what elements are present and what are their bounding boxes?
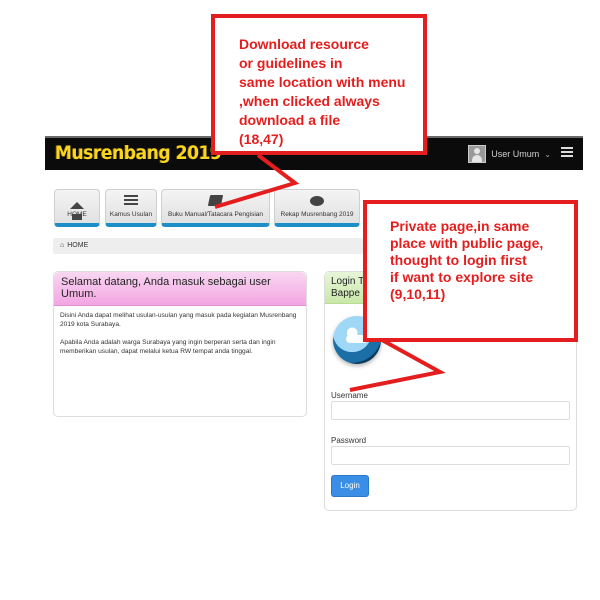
breadcrumb-home-link[interactable]: HOME — [67, 242, 88, 249]
book-icon — [162, 191, 269, 211]
list-icon — [106, 191, 156, 211]
chevron-down-icon: ⌄ — [544, 149, 551, 159]
home-icon — [55, 191, 99, 220]
site-logo[interactable]: Musrenbang 2019 — [55, 142, 222, 164]
welcome-title: Selamat datang, Anda masuk sebagai user … — [54, 272, 306, 306]
avatar — [468, 145, 487, 163]
welcome-paragraph: Disini Anda dapat melihat usulan-usulan … — [60, 312, 297, 328]
welcome-body: Disini Anda dapat melihat usulan-usulan … — [54, 306, 306, 370]
menu-tile-buku-manual[interactable]: Buku Manual/Tatacara Pengisian — [161, 189, 270, 227]
password-label: Password — [331, 436, 367, 445]
menu-tile-rekap-musrenbang[interactable]: Rekap Musrenbang 2019 — [274, 189, 360, 227]
username-label: Username — [331, 391, 368, 400]
annotation-callout-private-page: Private page,in same place with public p… — [363, 200, 578, 342]
menu-tile-label: Buku Manual/Tatacara Pengisian — [167, 211, 264, 218]
password-input[interactable] — [331, 446, 570, 465]
login-button[interactable]: Login — [331, 475, 369, 497]
menu-tile-label: Rekap Musrenbang 2019 — [280, 211, 354, 218]
welcome-paragraph: Apabila Anda adalah warga Surabaya yang … — [60, 339, 276, 355]
annotation-text: Download resource or guidelines in same … — [239, 36, 406, 147]
home-icon[interactable]: ⌂ — [60, 242, 64, 249]
menu-tile-home[interactable]: HOME — [54, 189, 100, 227]
annotation-callout-download: Download resource or guidelines in same … — [211, 14, 427, 155]
breadcrumb: ⌂ HOME — [53, 238, 363, 254]
username-input[interactable] — [331, 401, 570, 420]
user-menu[interactable]: User Umum ⌄ — [468, 145, 551, 163]
menu-tile-label: Kamus Usulan — [109, 211, 153, 218]
hamburger-menu-icon[interactable] — [561, 147, 573, 157]
welcome-panel: Selamat datang, Anda masuk sebagai user … — [53, 271, 307, 417]
chat-icon — [275, 191, 359, 211]
annotation-text: Private page,in same place with public p… — [390, 218, 544, 302]
menu-tile-kamus-usulan[interactable]: Kamus Usulan — [105, 189, 157, 227]
user-name: User Umum — [491, 149, 540, 159]
